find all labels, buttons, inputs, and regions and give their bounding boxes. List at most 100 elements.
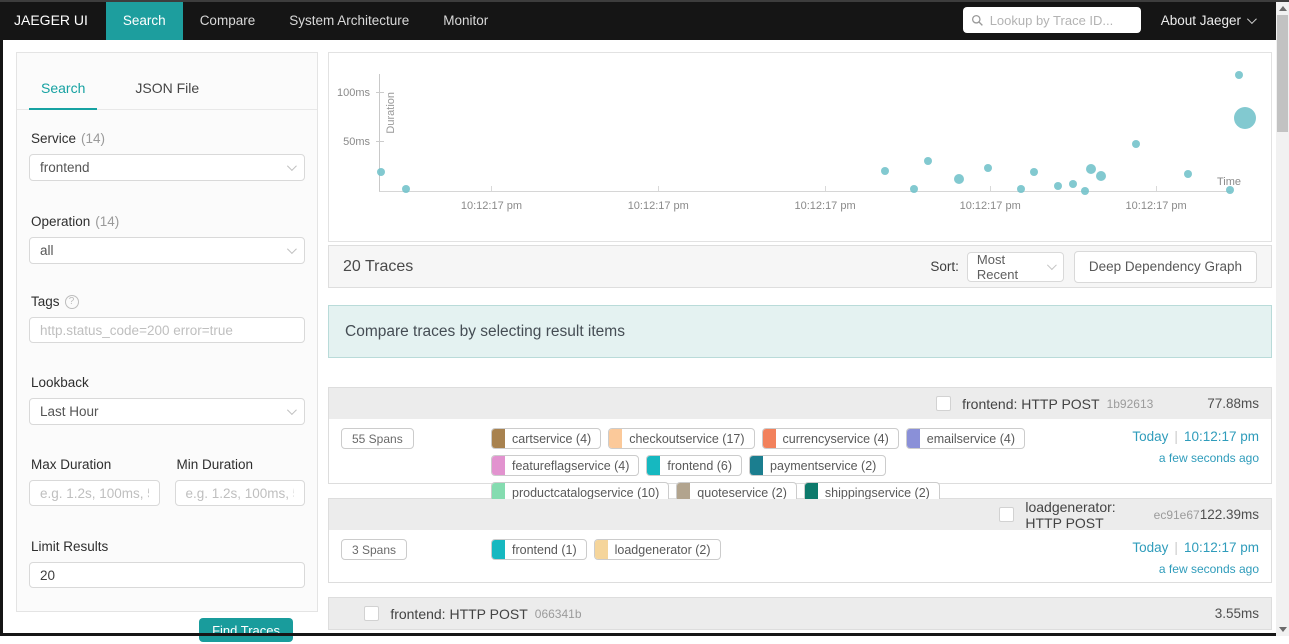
scrollbar-thumb[interactable] <box>1277 15 1288 132</box>
trace-title[interactable]: frontend: HTTP POST <box>390 606 527 622</box>
tags-input[interactable] <box>29 317 305 343</box>
scroll-down-arrow[interactable] <box>1276 623 1289 635</box>
trace-card-header[interactable]: loadgenerator: HTTP POST ec91e67122.39ms <box>329 499 1271 530</box>
scatter-point[interactable] <box>1054 182 1062 190</box>
trace-id: ec91e67 <box>1154 508 1200 522</box>
nav-item-search[interactable]: Search <box>106 0 183 40</box>
scatter-point[interactable] <box>1086 164 1096 174</box>
chevron-down-icon <box>1047 260 1057 270</box>
about-jaeger-label: About Jaeger <box>1161 13 1241 28</box>
trace-title[interactable]: loadgenerator: HTTP POST <box>1025 499 1146 531</box>
vertical-scrollbar[interactable] <box>1276 2 1289 636</box>
service-tag-label: frontend (6) <box>660 456 741 475</box>
y-tick-mark <box>376 141 384 142</box>
service-tag: cartservice (4) <box>491 428 601 449</box>
trace-relative-time: a few seconds ago <box>1132 451 1259 465</box>
tab-json-file[interactable]: JSON File <box>135 80 199 109</box>
trace-duration: 122.39ms <box>1200 507 1271 522</box>
service-tag-label: featureflagservice (4) <box>505 456 638 475</box>
trace-id: 066341b <box>535 607 582 621</box>
find-traces-button[interactable]: Find Traces <box>199 618 293 642</box>
trace-card-header[interactable]: frontend: HTTP POST1b9261377.88ms <box>329 388 1271 419</box>
lookback-value: Last Hour <box>40 404 99 419</box>
x-tick-mark <box>491 186 492 191</box>
trace-title[interactable]: frontend: HTTP POST <box>962 396 1099 412</box>
trace-select-checkbox[interactable] <box>936 396 951 411</box>
trace-select-checkbox[interactable] <box>999 507 1014 522</box>
trace-date: Today <box>1132 540 1168 555</box>
deep-dependency-graph-button[interactable]: Deep Dependency Graph <box>1074 251 1257 283</box>
scatter-point[interactable] <box>1132 140 1140 148</box>
service-color-swatch <box>595 540 608 559</box>
limit-results-input[interactable] <box>29 562 305 588</box>
scatter-point[interactable] <box>1069 180 1077 188</box>
service-label: Service (14) <box>31 131 303 146</box>
lookback-select[interactable]: Last Hour <box>29 398 305 425</box>
navbar: JAEGER UI SearchCompareSystem Architectu… <box>0 0 1276 40</box>
sort-label: Sort: <box>930 259 959 274</box>
span-count-chip: 3 Spans <box>341 539 407 560</box>
scatter-point[interactable] <box>1096 171 1106 181</box>
timestamp-divider: | <box>1168 540 1184 555</box>
max-duration-label: Max Duration <box>31 457 158 472</box>
y-tick-label: 50ms <box>343 136 370 148</box>
service-tag: frontend (6) <box>646 455 742 476</box>
nav-item-system-architecture[interactable]: System Architecture <box>272 0 426 40</box>
service-color-swatch <box>647 456 660 475</box>
scatter-point[interactable] <box>1235 71 1243 79</box>
scatter-point[interactable] <box>954 174 964 184</box>
max-duration-input[interactable] <box>29 480 160 506</box>
search-form: Service (14) frontend Operation (14) all… <box>17 131 317 642</box>
scatter-point[interactable] <box>1030 168 1038 176</box>
trace-lookup-input[interactable] <box>990 13 1133 28</box>
x-tick-mark <box>1156 186 1157 191</box>
tags-label-text: Tags <box>31 294 60 309</box>
service-tag-label: loadgenerator (2) <box>608 540 720 559</box>
y-axis-label: Duration <box>385 92 397 134</box>
lookback-label-text: Lookback <box>31 375 89 390</box>
trace-card: loadgenerator: HTTP POST ec91e67122.39ms 3… <box>328 498 1272 583</box>
trace-card-body: 3 Spans frontend (1) loadgenerator (2) Toda… <box>329 530 1271 582</box>
nav-item-compare[interactable]: Compare <box>183 0 273 40</box>
service-value: frontend <box>40 160 90 175</box>
nav-item-monitor[interactable]: Monitor <box>426 0 505 40</box>
service-tag: frontend (1) <box>491 539 587 560</box>
x-tick-label: 10:12:17 pm <box>461 200 522 212</box>
service-tag-label: currencyservice (4) <box>776 429 898 448</box>
help-icon[interactable]: ? <box>65 295 79 309</box>
trace-lookup-box[interactable] <box>963 7 1141 33</box>
trace-time: 10:12:17 pm <box>1184 540 1259 555</box>
scroll-up-arrow[interactable] <box>1276 2 1289 14</box>
tab-search[interactable]: Search <box>41 80 85 109</box>
scatter-point[interactable] <box>1234 107 1256 129</box>
scatter-point[interactable] <box>402 185 410 193</box>
service-select[interactable]: frontend <box>29 154 305 181</box>
scatter-point[interactable] <box>1184 170 1192 178</box>
operation-select[interactable]: all <box>29 237 305 264</box>
service-count: (14) <box>81 131 105 146</box>
trace-card-header[interactable]: frontend: HTTP POST066341b3.55ms <box>329 598 1271 629</box>
trace-timestamp: Today|10:12:17 pma few seconds ago <box>1132 540 1259 576</box>
limit-results-label: Limit Results <box>31 539 303 554</box>
min-duration-input[interactable] <box>175 480 306 506</box>
scatter-point[interactable] <box>1081 187 1089 195</box>
sort-select[interactable]: Most Recent <box>967 252 1064 282</box>
scatter-point[interactable] <box>924 157 932 165</box>
scatter-point[interactable] <box>910 185 918 193</box>
app-brand: JAEGER UI <box>0 0 106 40</box>
span-count-chip: 55 Spans <box>341 428 414 449</box>
x-tick-label: 10:12:17 pm <box>960 200 1021 212</box>
scatter-point[interactable] <box>984 164 992 172</box>
scatter-point[interactable] <box>881 167 889 175</box>
scatter-point[interactable] <box>1017 185 1025 193</box>
scatter-point[interactable] <box>377 168 385 176</box>
service-color-swatch <box>763 429 776 448</box>
scatter-point[interactable] <box>1226 186 1234 194</box>
limit-results-label-text: Limit Results <box>31 539 108 554</box>
service-tag: featureflagservice (4) <box>491 455 639 476</box>
about-jaeger-menu[interactable]: About Jaeger <box>1161 13 1254 28</box>
results-header: 20 Traces Sort: Most Recent Deep Depende… <box>328 245 1272 288</box>
trace-count: 20 Traces <box>343 258 413 276</box>
trace-select-checkbox[interactable] <box>364 606 379 621</box>
service-tag-label: cartservice (4) <box>505 429 600 448</box>
